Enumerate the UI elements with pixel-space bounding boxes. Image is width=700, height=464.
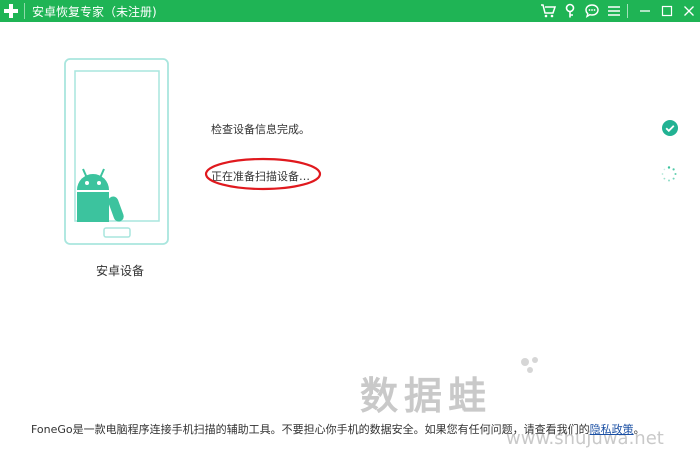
key-icon[interactable] <box>559 0 581 22</box>
loading-spinner-icon <box>661 166 677 182</box>
android-phone-illustration <box>64 58 169 245</box>
app-logo-icon <box>0 0 22 22</box>
minimize-icon[interactable] <box>634 0 656 22</box>
title-bar: 安卓恢复专家（未注册) <box>0 0 700 22</box>
maximize-icon[interactable] <box>656 0 678 22</box>
title-separator <box>24 3 25 19</box>
close-icon[interactable] <box>678 0 700 22</box>
chat-icon[interactable] <box>581 0 603 22</box>
device-label: 安卓设备 <box>95 264 144 278</box>
watermark-logo-icon <box>521 357 538 373</box>
title-bar-controls <box>537 0 700 22</box>
window-title: 安卓恢复专家（未注册) <box>32 4 157 19</box>
step-check-device-info: 检查设备信息完成。 <box>211 123 310 136</box>
checkmark-icon <box>662 120 678 136</box>
privacy-policy-link[interactable]: 隐私政策 <box>590 423 634 436</box>
red-highlight-ellipse <box>204 157 322 191</box>
menu-icon[interactable] <box>603 0 625 22</box>
footer-notice: FoneGo是一款电脑程序连接手机扫描的辅助工具。不要担心你手机的数据安全。如果… <box>31 422 671 437</box>
footer-suffix: 。 <box>633 423 645 436</box>
footer-text: FoneGo是一款电脑程序连接手机扫描的辅助工具。不要担心你手机的数据安全。如果… <box>31 423 590 436</box>
watermark-text: 数据蛙 <box>360 374 493 418</box>
controls-divider <box>627 4 628 18</box>
cart-icon[interactable] <box>537 0 559 22</box>
